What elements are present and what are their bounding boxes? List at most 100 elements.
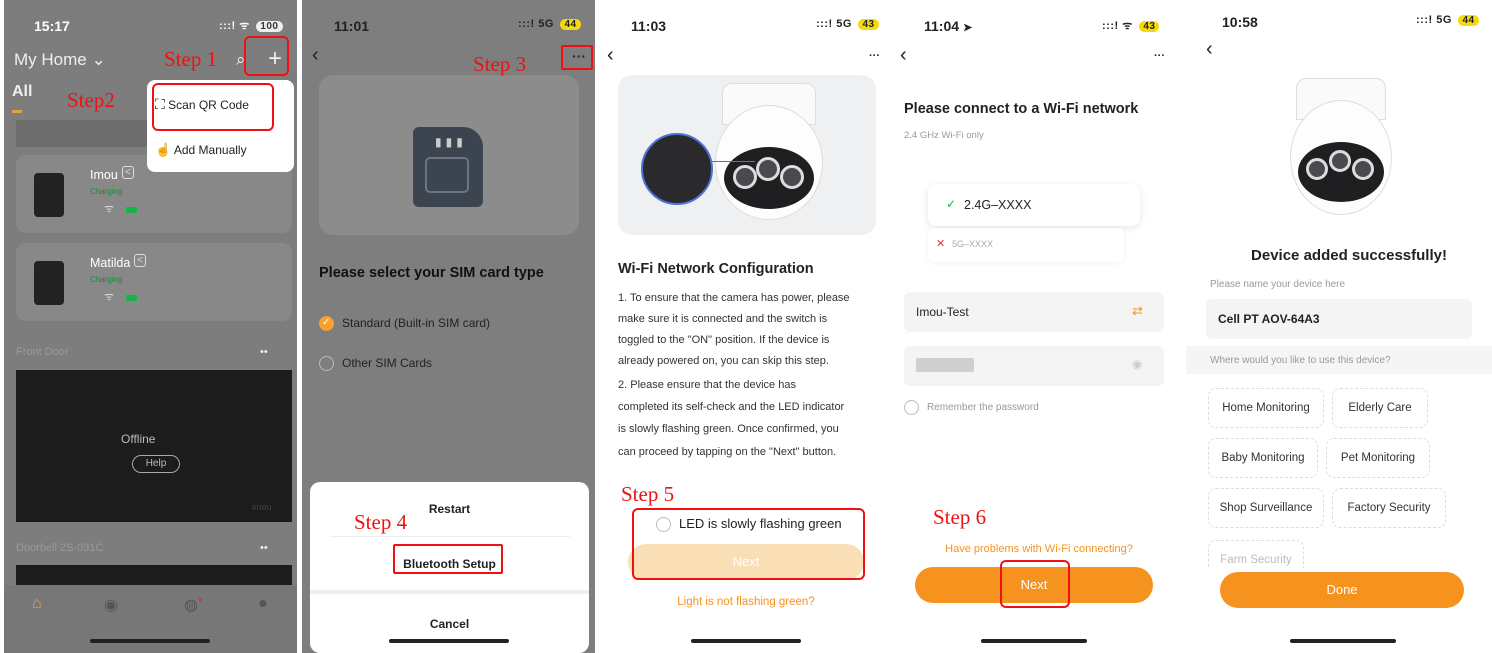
status-time: 11:01 <box>334 18 370 34</box>
highlight-add <box>244 36 289 76</box>
status-signal: :::! 5G 44 <box>518 18 581 30</box>
password-field[interactable]: ◉ <box>904 346 1164 386</box>
network-bad-card: ✕ 5G–XXXX <box>928 228 1124 262</box>
status-signal: :::! 5G 43 <box>816 18 879 30</box>
scene-chip[interactable]: Shop Surveillance <box>1208 488 1324 528</box>
explore-icon[interactable]: ◉ <box>104 595 118 615</box>
home-indicator <box>90 639 210 643</box>
profile-icon[interactable]: ● <box>258 595 268 613</box>
use-label-bar: Where would you like to use this device? <box>1186 346 1492 374</box>
success-title: Device added successfully! <box>1251 247 1447 264</box>
battery-icon <box>126 295 137 301</box>
screen-wifi-connect: 11:04 ➤ :::! ᯤ 43 ‹ ··· Please connect t… <box>896 0 1182 653</box>
page-title: Wi-Fi Network Configuration <box>618 261 814 277</box>
camera-image <box>1276 60 1406 230</box>
device-name: Imou <box>90 168 118 182</box>
device-status: Charging <box>90 275 123 284</box>
menu-add-manually[interactable]: ☝ Add Manually <box>155 142 247 158</box>
option-label: Standard (Built-in SIM card) <box>342 316 491 330</box>
remember-label: Remember the password <box>927 402 1039 414</box>
check-icon: ✓ <box>946 197 957 211</box>
scene-chip[interactable]: Farm Security <box>1208 540 1304 568</box>
location-icon: ➤ <box>962 22 973 34</box>
problem-link[interactable]: Have problems with Wi-Fi connecting? <box>896 543 1182 555</box>
device-card[interactable]: Matilda < Charging ᯤ <box>16 243 292 321</box>
message-icon[interactable]: ◍● <box>184 595 203 615</box>
back-icon[interactable]: ‹ <box>1206 38 1213 61</box>
done-button[interactable]: Done <box>1220 572 1464 608</box>
restart-option[interactable]: Restart <box>310 502 589 516</box>
instruction-line: 1. To ensure that the camera has power, … <box>618 292 850 304</box>
switch-network-icon[interactable]: ⇄ <box>1132 303 1143 319</box>
highlight-led <box>632 508 865 580</box>
step-label: Step 5 <box>621 482 675 506</box>
battery-badge: 100 <box>256 21 283 32</box>
wifi-icon: ᯤ <box>104 203 115 215</box>
more-options-icon[interactable]: ··· <box>1154 50 1165 62</box>
sim-card-icon: ▮▮▮ <box>413 127 483 207</box>
help-link[interactable]: Light is not flashing green? <box>601 596 891 608</box>
eye-icon[interactable]: ◉ <box>1132 357 1142 371</box>
home-indicator <box>389 639 509 643</box>
share-icon[interactable]: < <box>134 254 146 267</box>
highlight-next <box>1000 560 1070 608</box>
home-indicator <box>981 639 1087 643</box>
divider <box>310 590 589 594</box>
screen-wifi-config: 11:03 :::! 5G 43 ‹ ··· Wi-Fi Network Con… <box>601 0 891 653</box>
banner-card <box>16 120 150 147</box>
more-icon[interactable]: •• <box>260 346 268 358</box>
remember-checkbox[interactable]: Remember the password <box>904 400 1039 415</box>
scene-chip[interactable]: Elderly Care <box>1332 388 1428 428</box>
network-label: 5G <box>1436 14 1452 26</box>
camera-illustration <box>618 75 876 235</box>
more-icon[interactable]: •• <box>260 542 268 554</box>
cancel-option[interactable]: Cancel <box>310 617 589 631</box>
wifi-icon: ᯤ <box>104 291 115 303</box>
tab-all[interactable]: All <box>12 83 32 101</box>
home-indicator <box>1290 639 1396 643</box>
robot-image <box>34 261 64 305</box>
camera-preview[interactable]: Offline Help imou <box>16 370 292 522</box>
scene-chip[interactable]: Pet Monitoring <box>1326 438 1430 478</box>
name-label: Please name your device here <box>1210 279 1346 290</box>
radio-icon <box>319 356 334 372</box>
back-icon[interactable]: ‹ <box>312 44 319 67</box>
more-options-icon[interactable]: ··· <box>869 50 880 62</box>
device-name-field[interactable]: Cell PT AOV-64A3 <box>1206 299 1472 339</box>
step-label: Step 6 <box>933 505 987 529</box>
home-icon[interactable]: ⌂ <box>32 595 42 613</box>
step-label: Step 3 <box>473 52 527 76</box>
sim-option-standard[interactable]: Standard (Built-in SIM card) <box>319 316 491 332</box>
sim-option-other[interactable]: Other SIM Cards <box>319 356 432 372</box>
back-icon[interactable]: ‹ <box>607 44 614 67</box>
instruction-line: 2. Please ensure that the device has <box>618 379 796 391</box>
highlight-bluetooth <box>393 544 503 574</box>
screen-device-added: 10:58 :::! 5G 44 ‹ Device added successf… <box>1186 0 1492 653</box>
password-mask <box>916 358 974 372</box>
ssid-field[interactable]: Imou-Test ⇄ <box>904 292 1164 332</box>
home-selector[interactable]: My Home ⌄ <box>14 50 106 70</box>
highlight-scan <box>152 83 274 131</box>
camera-label: Doorbell 2S-031C <box>16 542 104 554</box>
time-label: 11:04 <box>924 18 960 34</box>
scene-chip[interactable]: Baby Monitoring <box>1208 438 1318 478</box>
battery-badge: 43 <box>1139 21 1160 32</box>
status-signal: :::! ᯤ 100 <box>219 18 283 33</box>
step-label: Step2 <box>67 88 115 112</box>
tab-indicator <box>12 110 22 113</box>
menu-manual-label: Add Manually <box>173 143 247 157</box>
step-label: Step 1 <box>164 47 218 71</box>
network-label: 5G <box>538 18 554 30</box>
instruction-line: is slowly flashing green. Once confirmed… <box>618 423 839 435</box>
instruction-line: completed its self-check and the LED ind… <box>618 401 845 413</box>
divider <box>330 536 570 537</box>
share-icon[interactable]: < <box>122 166 134 179</box>
scene-chip[interactable]: Home Monitoring <box>1208 388 1324 428</box>
help-button[interactable]: Help <box>132 455 180 473</box>
offline-label: Offline <box>121 432 156 446</box>
home-indicator <box>691 639 801 643</box>
network-name: 2.4G–XXXX <box>964 198 1032 212</box>
instruction-line: already powered on, you can skip this st… <box>618 355 829 367</box>
scene-chip[interactable]: Factory Security <box>1332 488 1446 528</box>
back-icon[interactable]: ‹ <box>900 44 907 67</box>
